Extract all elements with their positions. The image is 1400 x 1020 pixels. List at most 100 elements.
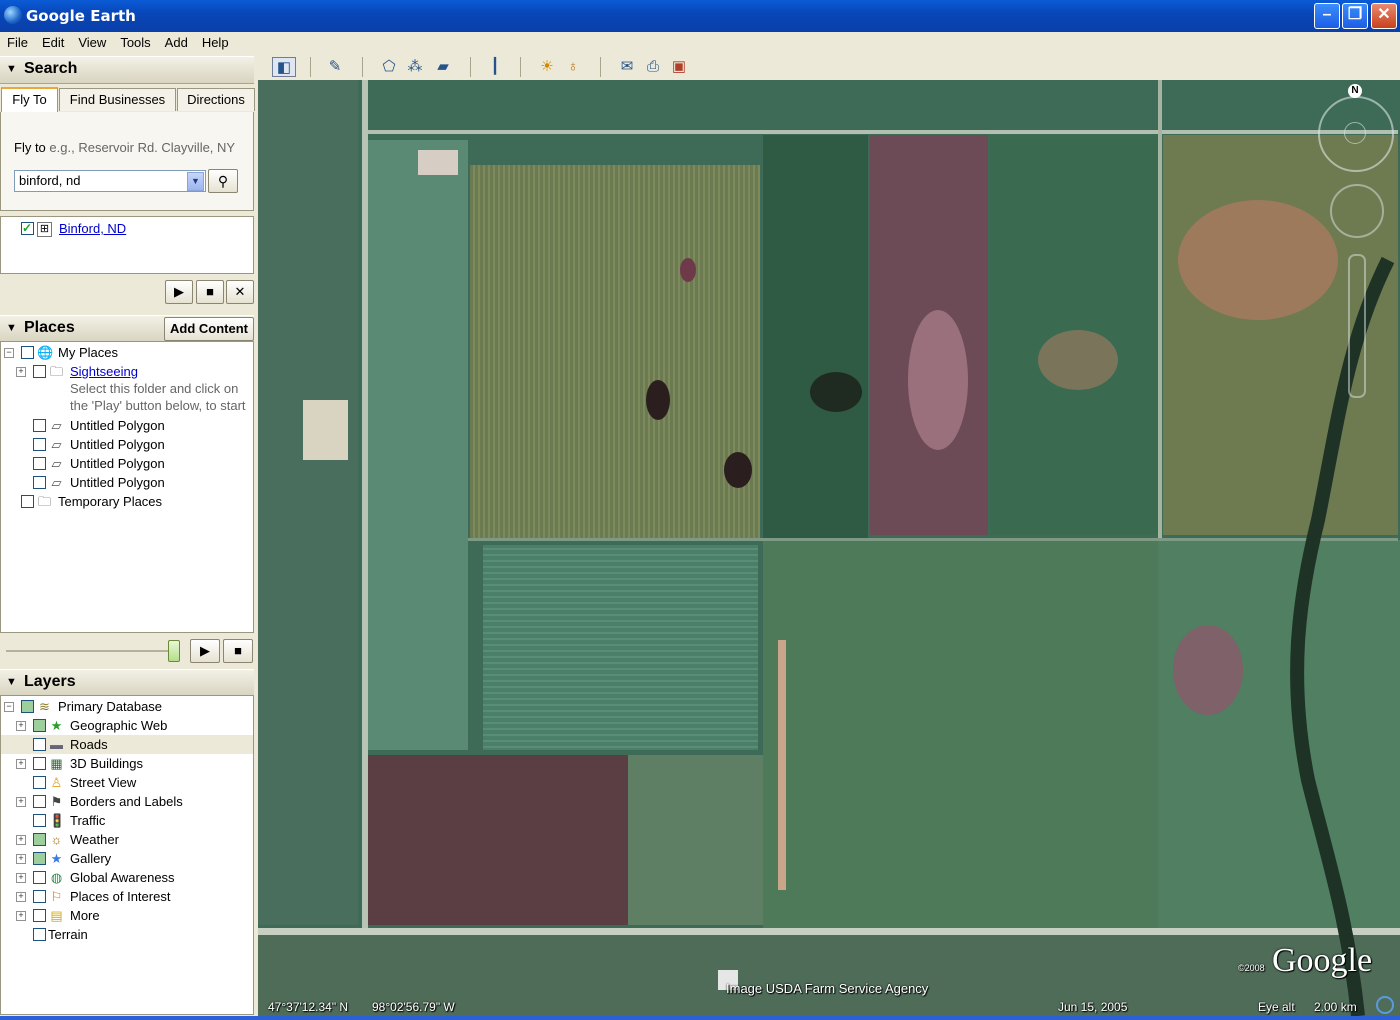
minimize-button[interactable]: – — [1314, 3, 1340, 29]
menu-help[interactable]: Help — [195, 32, 236, 50]
add-image-overlay-icon[interactable]: ▰ — [432, 57, 454, 77]
fly-to-input[interactable]: binford, nd ▼ — [14, 170, 206, 192]
map-toolbar: ◧ ✎ ⬠ ⁂ ▰ ┃ ☀ ♁ ✉ ⎙ ▣ — [258, 54, 1400, 81]
collapse-icon[interactable]: − — [4, 702, 14, 712]
tree-checkbox[interactable] — [33, 795, 46, 808]
expand-icon[interactable]: + — [16, 367, 26, 377]
maximize-button[interactable]: ❐ — [1342, 3, 1368, 29]
satellite-imagery — [258, 80, 1400, 1016]
menu-tools[interactable]: Tools — [113, 32, 157, 50]
collapse-triangle-icon[interactable]: ▼ — [6, 63, 17, 75]
add-polygon-icon[interactable]: ⬠ — [378, 57, 400, 77]
print-icon[interactable]: ⎙ — [642, 57, 664, 77]
tree-checkbox[interactable] — [33, 476, 46, 489]
expand-icon[interactable]: + — [16, 759, 26, 769]
add-content-button[interactable]: Add Content — [164, 317, 254, 341]
places-header-label: Places — [24, 319, 75, 336]
compass-ring[interactable] — [1318, 96, 1394, 172]
earth-map-view[interactable]: N Image USDA Farm Service Agency 47°37'1… — [258, 80, 1400, 1016]
places-play-button[interactable]: ▶ — [190, 639, 220, 663]
expand-icon[interactable]: + — [16, 797, 26, 807]
result-link[interactable]: Binford, ND — [59, 219, 126, 238]
expand-icon[interactable]: + — [16, 854, 26, 864]
ruler-icon[interactable]: ┃ — [484, 57, 506, 77]
expand-icon[interactable]: + — [16, 835, 26, 845]
look-joystick[interactable] — [1344, 122, 1366, 144]
tree-checkbox[interactable] — [33, 833, 46, 846]
fly-to-panel: Fly to e.g., Reservoir Rd. Clayville, NY… — [0, 112, 254, 211]
tree-checkbox[interactable] — [33, 365, 46, 378]
imagery-date: Jun 15, 2005 — [1058, 1000, 1128, 1014]
add-path-icon[interactable]: ⁂ — [404, 57, 426, 77]
places-stop-button[interactable]: ■ — [223, 639, 253, 663]
folder-icon: ▤ — [50, 908, 63, 923]
eye-alt-value: 2.00 km — [1314, 1000, 1357, 1014]
tab-directions[interactable]: Directions — [177, 88, 255, 111]
tree-checkbox[interactable] — [33, 438, 46, 451]
tour-slider-track[interactable] — [6, 650, 178, 652]
search-section-header[interactable]: ▼ Search — [0, 56, 254, 84]
search-results: ⊞ Binford, ND — [0, 216, 254, 274]
tree-checkbox[interactable] — [33, 909, 46, 922]
tree-checkbox[interactable] — [33, 776, 46, 789]
collapse-triangle-icon[interactable]: ▼ — [6, 322, 17, 334]
title-bar: Google Earth – ❐ ✕ — [0, 0, 1400, 32]
chevron-down-icon[interactable]: ▼ — [187, 172, 204, 191]
tree-checkbox[interactable] — [33, 419, 46, 432]
placemark-grid-icon: ⊞ — [37, 222, 52, 237]
flag-icon: ⚐ — [50, 889, 63, 904]
tree-checkbox[interactable] — [33, 719, 46, 732]
expand-icon[interactable]: + — [16, 911, 26, 921]
tab-fly-to[interactable]: Fly To — [1, 87, 58, 113]
layers-section-header[interactable]: ▼ Layers — [0, 669, 254, 697]
close-window-button[interactable]: ✕ — [1371, 3, 1397, 29]
layer-roads[interactable]: ▬ Roads — [1, 735, 253, 754]
tree-checkbox[interactable] — [33, 738, 46, 751]
search-tabs: Fly To Find Businesses Directions — [0, 87, 255, 113]
road-icon: ▬ — [50, 737, 63, 752]
tree-checkbox[interactable] — [33, 928, 46, 941]
toolbar-divider — [600, 57, 601, 77]
sightseeing-description: the 'Play' button below, to start — [70, 398, 246, 413]
tree-checkbox[interactable] — [21, 700, 34, 713]
menu-edit[interactable]: Edit — [35, 32, 71, 50]
expand-icon[interactable]: + — [16, 873, 26, 883]
expand-icon[interactable]: + — [16, 892, 26, 902]
fly-to-label: Fly to e.g., Reservoir Rd. Clayville, NY — [14, 140, 236, 155]
collapse-icon[interactable]: − — [4, 348, 14, 358]
collapse-triangle-icon[interactable]: ▼ — [6, 676, 17, 688]
tree-checkbox[interactable] — [33, 871, 46, 884]
tree-checkbox[interactable] — [33, 757, 46, 770]
menu-file[interactable]: File — [0, 32, 35, 50]
sunlight-icon[interactable]: ☀ — [536, 57, 558, 77]
tree-checkbox[interactable] — [33, 852, 46, 865]
search-play-button[interactable]: ▶ — [165, 280, 193, 304]
move-joystick[interactable] — [1330, 184, 1384, 238]
north-indicator-icon[interactable]: N — [1348, 84, 1362, 98]
latitude-readout: 47°37'12.34" N — [268, 1000, 349, 1014]
view-in-maps-icon[interactable]: ▣ — [668, 57, 690, 77]
planet-icon[interactable]: ♁ — [562, 57, 584, 77]
sidebar-toggle-icon[interactable]: ◧ — [272, 57, 296, 77]
tree-checkbox[interactable] — [33, 890, 46, 903]
tab-find-businesses[interactable]: Find Businesses — [59, 88, 176, 111]
search-header-label: Search — [24, 60, 78, 77]
places-section-header[interactable]: ▼ Places Add Content — [0, 315, 254, 343]
tree-checkbox[interactable] — [33, 457, 46, 470]
tour-slider-handle[interactable] — [168, 640, 180, 662]
search-button[interactable]: ⚲ — [208, 169, 238, 193]
polygon-icon: ▱ — [51, 456, 62, 471]
zoom-slider[interactable] — [1348, 254, 1366, 398]
expand-icon[interactable]: + — [16, 721, 26, 731]
tree-checkbox[interactable] — [21, 346, 34, 359]
menu-view[interactable]: View — [71, 32, 113, 50]
result-checkbox[interactable] — [21, 219, 34, 238]
tree-checkbox[interactable] — [33, 814, 46, 827]
email-icon[interactable]: ✉ — [616, 57, 638, 77]
search-clear-button[interactable]: ✕ — [226, 280, 254, 304]
taskbar-edge — [0, 1016, 1400, 1020]
tree-checkbox[interactable] — [21, 495, 34, 508]
search-stop-button[interactable]: ■ — [196, 280, 224, 304]
add-placemark-icon[interactable]: ✎ — [324, 57, 346, 77]
menu-add[interactable]: Add — [158, 32, 195, 50]
